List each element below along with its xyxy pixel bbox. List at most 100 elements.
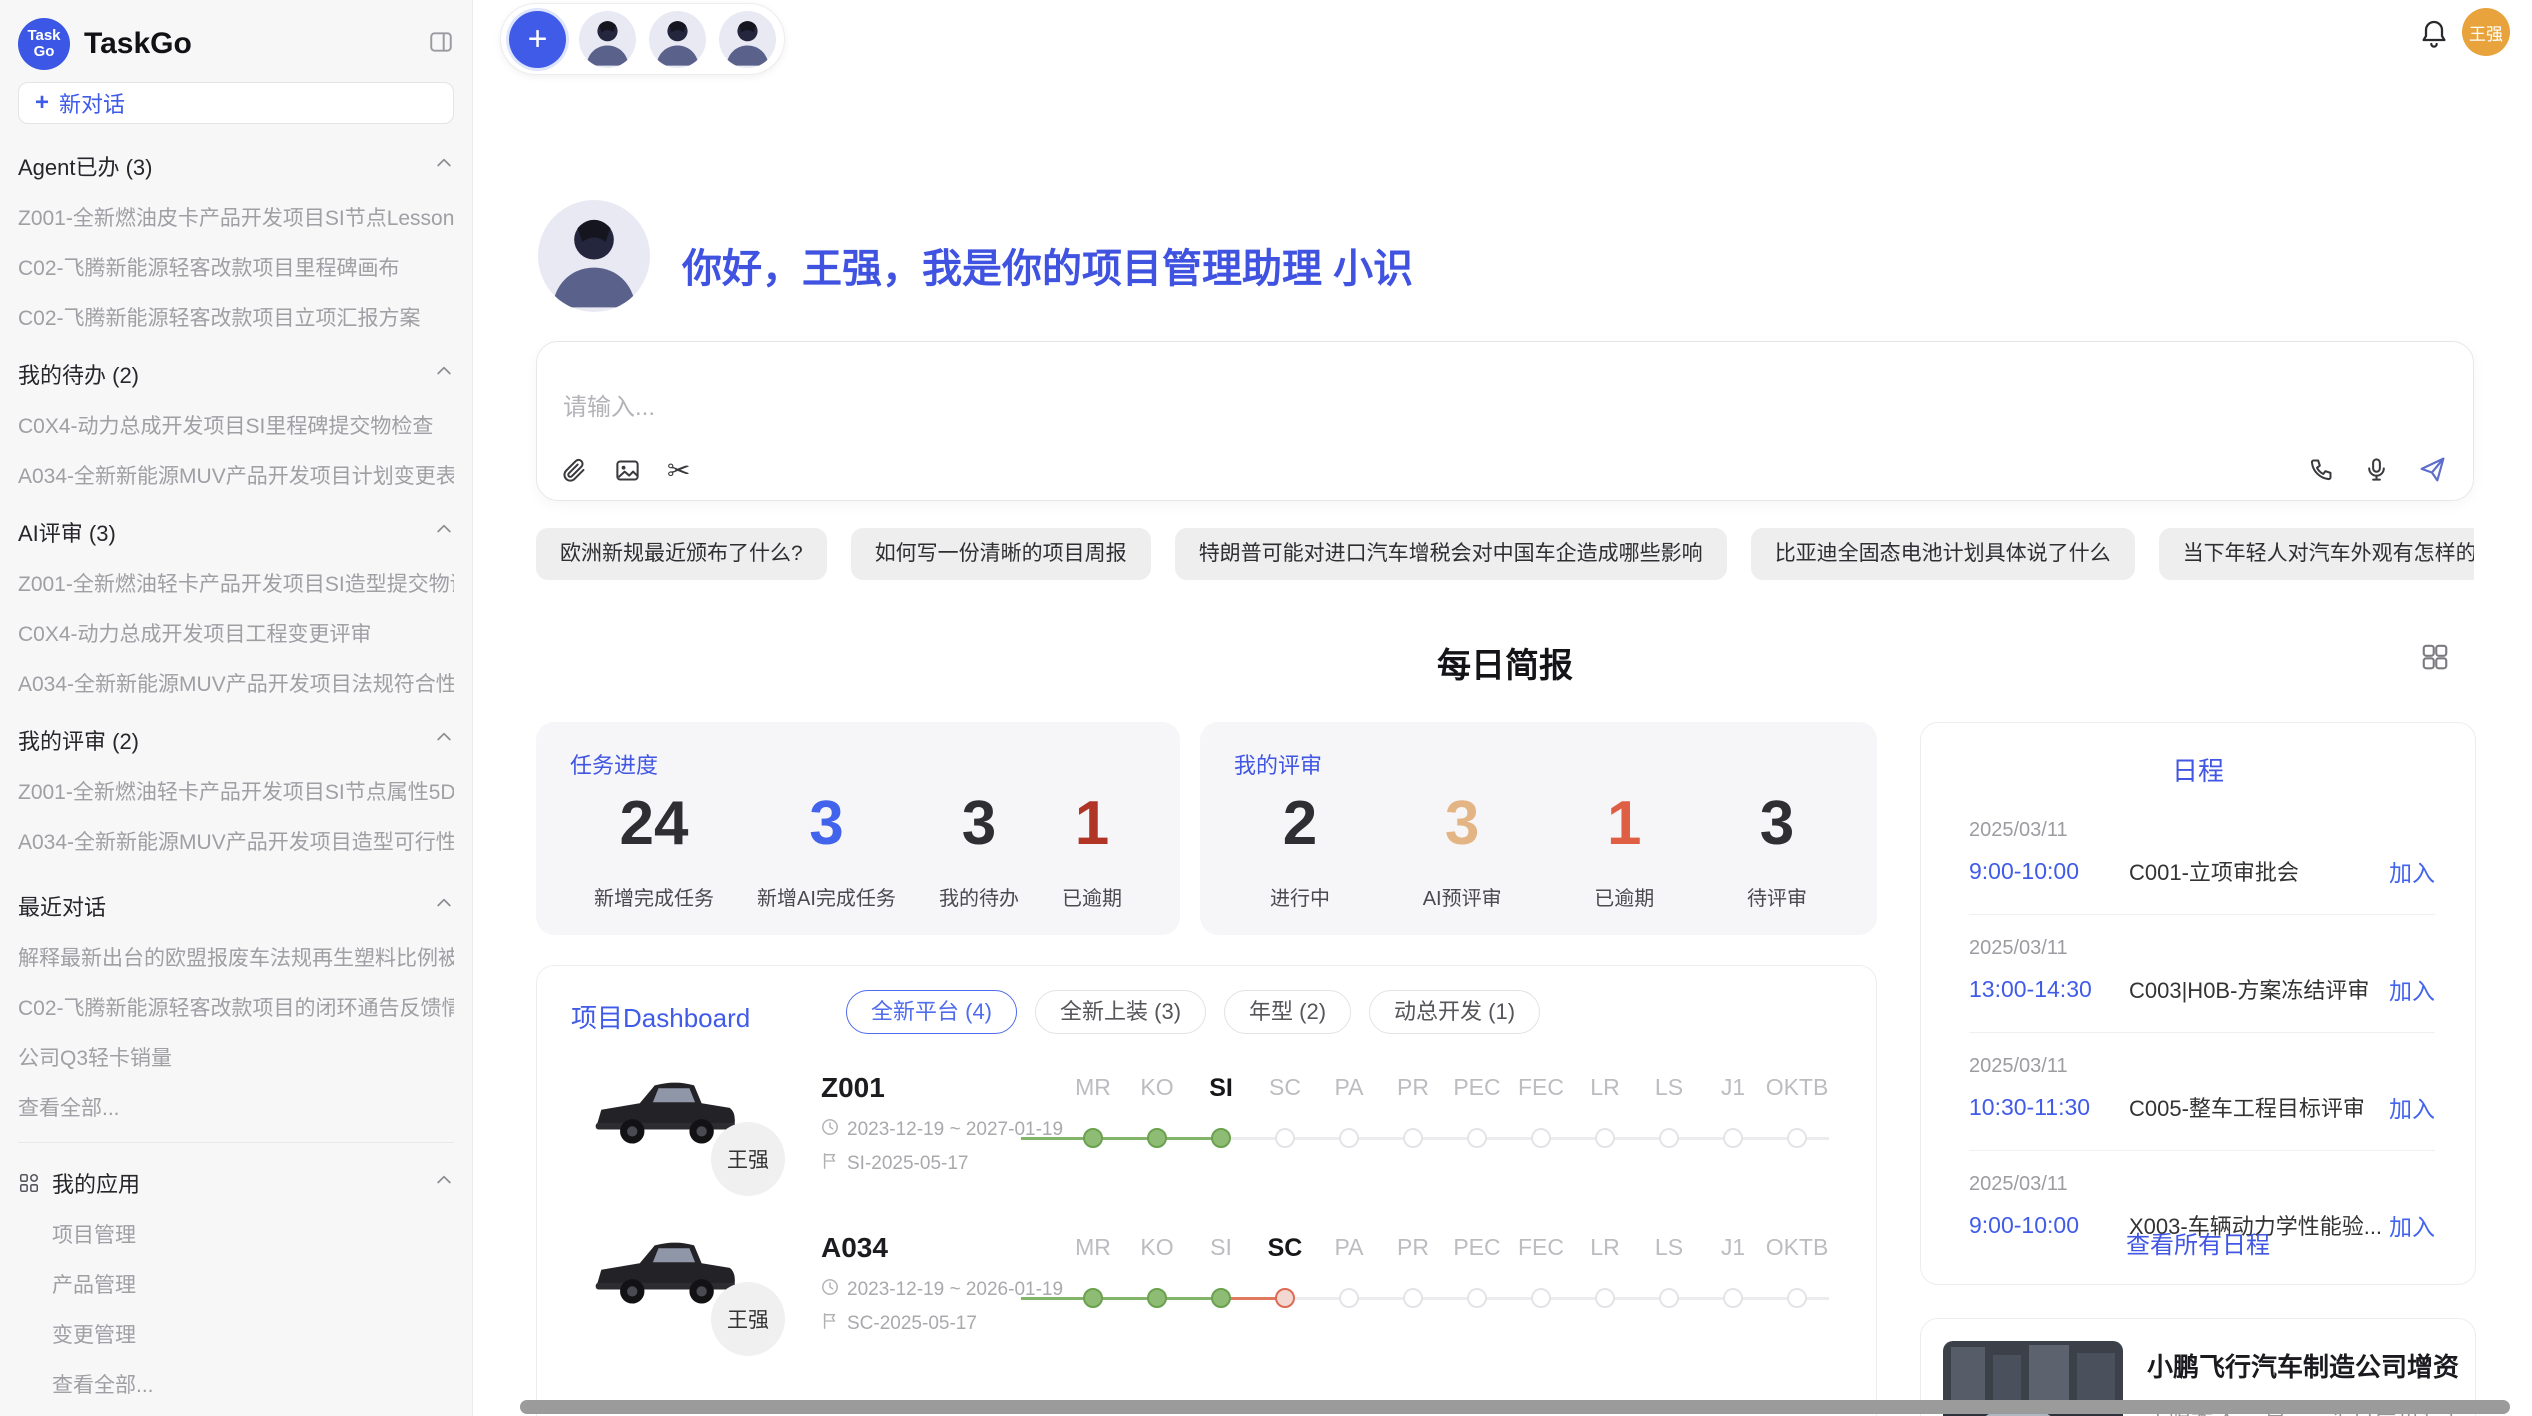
schedule-title: 日程: [1921, 751, 2475, 788]
schedule-card: 日程 2025/03/11 9:00-10:00 C001-立项审批会 加入 2…: [1920, 722, 2476, 1285]
sidebar-header: Task Go TaskGo: [18, 0, 454, 76]
app-item[interactable]: 变更管理: [52, 1319, 454, 1349]
stat-label: AI预评审: [1423, 882, 1502, 911]
section-title: 最近对话: [18, 890, 106, 922]
recent-chat-item[interactable]: 查看全部...: [18, 1092, 454, 1122]
sidebar-item[interactable]: A034-全新新能源MUV产品开发项目计划变更表编写: [18, 460, 454, 490]
my-apps-header[interactable]: 我的应用: [18, 1167, 454, 1199]
user-avatar[interactable]: 王强: [2462, 8, 2510, 56]
app-logo: Task Go: [18, 18, 70, 70]
stat-label: 新增完成任务: [594, 882, 714, 911]
milestone-label: LR: [1573, 1234, 1637, 1263]
sidebar-item[interactable]: C02-飞腾新能源轻客改款项目立项汇报方案: [18, 302, 454, 332]
sidebar-section: 我的待办 (2) C0X4-动力总成开发项目SI里程碑提交物检查 A034-全新新…: [18, 358, 454, 490]
image-icon[interactable]: [614, 457, 641, 484]
my-apps-label: 我的应用: [52, 1167, 422, 1199]
milestone-node: [1787, 1288, 1807, 1308]
sidebar-item[interactable]: A034-全新新能源MUV产品开发项目造型可行性评审: [18, 826, 454, 856]
filter-chip[interactable]: 全新平台 (4): [846, 990, 1017, 1034]
scissors-icon[interactable]: ✂: [667, 458, 690, 484]
sidebar-item[interactable]: C0X4-动力总成开发项目SI里程碑提交物检查: [18, 410, 454, 440]
dashboard-title: 项目Dashboard: [571, 998, 750, 1035]
app-item[interactable]: 查看全部...: [52, 1369, 454, 1399]
suggestion-chip[interactable]: 特朗普可能对进口汽车增税会对中国车企造成哪些影响: [1175, 528, 1727, 580]
stat: 3 AI预评审: [1423, 788, 1502, 911]
suggestion-chip[interactable]: 欧洲新规最近颁布了什么?: [536, 528, 827, 580]
stat-value: 3: [1747, 788, 1807, 860]
join-button[interactable]: 加入: [2389, 972, 2435, 1006]
news-title: 小鹏飞行汽车制造公司增资: [2147, 1347, 2467, 1384]
recent-chats-header[interactable]: 最近对话: [18, 890, 454, 922]
stat: 24 新增完成任务: [594, 788, 714, 911]
chevron-up-icon[interactable]: [434, 893, 454, 919]
schedule-entry: 2025/03/11 9:00-10:00 C001-立项审批会 加入: [1969, 797, 2435, 915]
milestone-node: [1211, 1288, 1231, 1308]
add-agent-button[interactable]: +: [509, 11, 566, 68]
join-button[interactable]: 加入: [2389, 1090, 2435, 1124]
app-item[interactable]: 项目管理: [52, 1219, 454, 1249]
stat: 2 进行中: [1270, 788, 1330, 911]
sidebar-item[interactable]: C02-飞腾新能源轻客改款项目里程碑画布: [18, 252, 454, 282]
phone-icon[interactable]: [2308, 456, 2335, 483]
send-icon[interactable]: [2418, 455, 2447, 484]
recent-chat-item[interactable]: C02-飞腾新能源轻客改款项目的闭环通告反馈情况: [18, 992, 454, 1022]
project-row[interactable]: 王强A034 2023-12-19 ~ 2026-01-19 SC-2025-0…: [537, 1216, 1876, 1376]
app-item[interactable]: 产品管理: [52, 1269, 454, 1299]
apps-grid-icon: [18, 1172, 40, 1194]
horizontal-scrollbar[interactable]: [520, 1400, 2510, 1414]
milestone-label: PA: [1317, 1234, 1381, 1263]
app-window: Task Go TaskGo + 新对话 Agent已办 (3): [0, 0, 2532, 1416]
view-all-schedule-link[interactable]: 查看所有日程: [1921, 1225, 2475, 1260]
sidebar-section: Agent已办 (3) Z001-全新燃油皮卡产品开发项目SI节点Lesson …: [18, 150, 454, 332]
chevron-up-icon[interactable]: [434, 727, 454, 753]
agent-avatar[interactable]: [579, 11, 636, 68]
sidebar-collapse-icon[interactable]: [428, 29, 454, 60]
sidebar-item[interactable]: Z001-全新燃油轻卡产品开发项目SI节点属性5D文件评审: [18, 776, 454, 806]
sidebar-item[interactable]: Z001-全新燃油轻卡产品开发项目SI造型提交物评审: [18, 568, 454, 598]
chevron-up-icon[interactable]: [434, 519, 454, 545]
notification-bell-icon[interactable]: [2418, 18, 2450, 55]
milestone-node: [1595, 1128, 1615, 1148]
attachment-icon[interactable]: [561, 457, 588, 484]
filter-chip[interactable]: 全新上装 (3): [1035, 990, 1206, 1034]
section-title: 我的待办 (2): [18, 358, 139, 390]
filter-chip[interactable]: 年型 (2): [1224, 990, 1351, 1034]
milestone-timeline: MRKOSISCPAPRPECFECLRLSJ1OKTB: [1061, 1216, 1829, 1376]
chevron-up-icon[interactable]: [434, 361, 454, 387]
chevron-up-icon[interactable]: [434, 153, 454, 179]
join-button[interactable]: 加入: [2389, 854, 2435, 888]
milestone-label: KO: [1125, 1234, 1189, 1263]
layout-grid-icon[interactable]: [2420, 642, 2450, 677]
milestone-label: KO: [1125, 1074, 1189, 1103]
sidebar-divider: [18, 1142, 454, 1143]
new-chat-button[interactable]: + 新对话: [18, 82, 454, 124]
sidebar-item[interactable]: A034-全新新能源MUV产品开发项目法规符合性评审: [18, 668, 454, 698]
chat-input[interactable]: [563, 394, 1963, 422]
sidebar-section-header[interactable]: 我的待办 (2): [18, 358, 454, 390]
card-title: 任务进度: [570, 748, 658, 780]
project-row[interactable]: 王强Z001 2023-12-19 ~ 2027-01-19 SI-2025-0…: [537, 1056, 1876, 1216]
chevron-up-icon[interactable]: [434, 1170, 454, 1196]
agent-avatar[interactable]: [719, 11, 776, 68]
schedule-entry: 2025/03/11 10:30-11:30 C005-整车工程目标评审 加入: [1969, 1033, 2435, 1151]
agent-avatar[interactable]: [649, 11, 706, 68]
sidebar-item[interactable]: Z001-全新燃油皮卡产品开发项目SI节点Lesson Learn报告: [18, 202, 454, 232]
milestone-node: [1403, 1288, 1423, 1308]
microphone-icon[interactable]: [2363, 456, 2390, 483]
stat-value: 24: [594, 788, 714, 860]
milestone-node: [1083, 1128, 1103, 1148]
sidebar-item[interactable]: C0X4-动力总成开发项目工程变更评审: [18, 618, 454, 648]
schedule-date: 2025/03/11: [1969, 1173, 2435, 1196]
sidebar-section-header[interactable]: Agent已办 (3): [18, 150, 454, 182]
sidebar-section-header[interactable]: 我的评审 (2): [18, 724, 454, 756]
sidebar-section-header[interactable]: AI评审 (3): [18, 516, 454, 548]
suggestion-chip[interactable]: 当下年轻人对汽车外观有怎样的喜好趋势: [2159, 528, 2474, 580]
recent-chat-item[interactable]: 公司Q3轻卡销量: [18, 1042, 454, 1072]
recent-chat-item[interactable]: 解释最新出台的欧盟报废车法规再生塑料比例被调至15%...: [18, 942, 454, 972]
milestone-node: [1403, 1128, 1423, 1148]
suggestion-chip[interactable]: 如何写一份清晰的项目周报: [851, 528, 1151, 580]
milestone-label: MR: [1061, 1074, 1125, 1103]
filter-chip[interactable]: 动总开发 (1): [1369, 990, 1540, 1034]
sidebar: Task Go TaskGo + 新对话 Agent已办 (3): [0, 0, 473, 1416]
suggestion-chip[interactable]: 比亚迪全固态电池计划具体说了什么: [1751, 528, 2135, 580]
